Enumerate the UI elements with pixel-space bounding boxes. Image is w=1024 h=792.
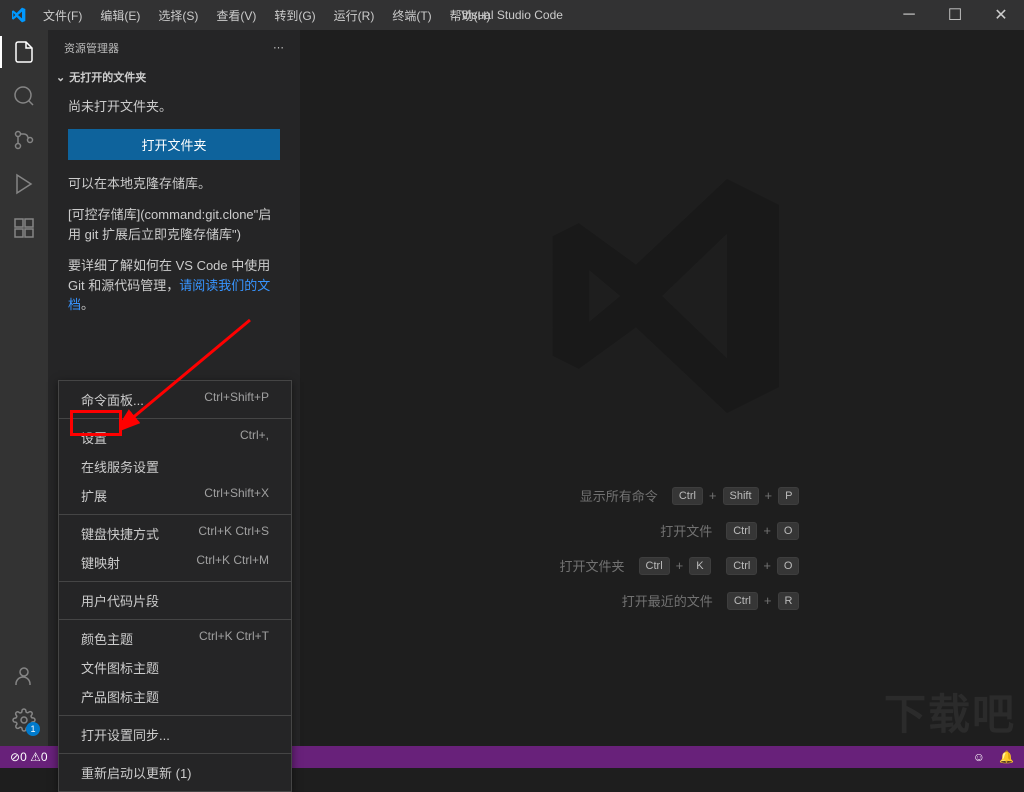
bell-icon[interactable]: 🔔 — [999, 750, 1014, 764]
menu-keymaps[interactable]: 键映射Ctrl+K Ctrl+M — [59, 548, 291, 577]
feedback-icon[interactable]: ☺ — [973, 750, 985, 764]
menu-edit[interactable]: 编辑(E) — [92, 3, 148, 28]
menu-bar: 文件(F) 编辑(E) 选择(S) 查看(V) 转到(G) 运行(R) 终端(T… — [35, 3, 498, 28]
editor-area: 显示所有命令 Ctrl+Shift+P 打开文件 Ctrl+O 打开文件夹 Ct… — [300, 30, 1024, 746]
shortcut-label: 打开最近的文件 — [613, 591, 713, 610]
sidebar-header: 资源管理器 ⋯ — [48, 30, 300, 65]
no-folder-msg: 尚未打开文件夹。 — [68, 97, 280, 117]
sidebar-section[interactable]: ⌄ 无打开的文件夹 — [48, 65, 300, 89]
window-controls: ─ ☐ ✕ — [886, 0, 1024, 30]
menu-command-palette[interactable]: 命令面板...Ctrl+Shift+P — [59, 385, 291, 414]
manage-gear-icon[interactable]: 1 — [10, 706, 38, 734]
maximize-button[interactable]: ☐ — [932, 0, 978, 30]
sidebar-title: 资源管理器 — [64, 40, 119, 56]
clone-msg: 可以在本地克隆存储库。 — [68, 174, 280, 194]
learn-more: 要详细了解如何在 VS Code 中使用 Git 和源代码管理，请阅读我们的文档… — [68, 256, 280, 315]
menu-restart-update[interactable]: 重新启动以更新 (1) — [59, 758, 291, 787]
menu-file[interactable]: 文件(F) — [35, 3, 90, 28]
menu-extensions[interactable]: 扩展Ctrl+Shift+X — [59, 481, 291, 510]
menu-run[interactable]: 运行(R) — [326, 3, 383, 28]
menu-settings[interactable]: 设置Ctrl+, — [59, 423, 291, 452]
menu-settings-sync[interactable]: 打开设置同步... — [59, 720, 291, 749]
window-title: Visual Studio Code — [461, 8, 563, 22]
explorer-icon[interactable] — [10, 38, 38, 66]
section-label: 无打开的文件夹 — [69, 69, 146, 85]
more-icon[interactable]: ⋯ — [273, 41, 284, 54]
update-badge: 1 — [26, 722, 40, 736]
clone-repo-text: [可控存储库](command:git.clone"启用 git 扩展后立即克隆… — [68, 205, 280, 244]
shortcut-hints: 显示所有命令 Ctrl+Shift+P 打开文件 Ctrl+O 打开文件夹 Ct… — [525, 486, 800, 610]
manage-context-menu: 命令面板...Ctrl+Shift+P 设置Ctrl+, 在线服务设置 扩展Ct… — [58, 380, 292, 792]
accounts-icon[interactable] — [10, 662, 38, 690]
close-button[interactable]: ✕ — [978, 0, 1024, 30]
titlebar: 文件(F) 编辑(E) 选择(S) 查看(V) 转到(G) 运行(R) 终端(T… — [0, 0, 1024, 30]
activity-bar: 1 — [0, 30, 48, 746]
search-icon[interactable] — [10, 82, 38, 110]
menu-selection[interactable]: 选择(S) — [150, 3, 206, 28]
vscode-logo — [0, 7, 35, 23]
extensions-icon[interactable] — [10, 214, 38, 242]
menu-product-icon-theme[interactable]: 产品图标主题 — [59, 682, 291, 711]
menu-file-icon-theme[interactable]: 文件图标主题 — [59, 653, 291, 682]
menu-keyboard-shortcuts[interactable]: 键盘快捷方式Ctrl+K Ctrl+S — [59, 519, 291, 548]
run-debug-icon[interactable] — [10, 170, 38, 198]
menu-online-services[interactable]: 在线服务设置 — [59, 452, 291, 481]
shortcut-label: 打开文件 — [612, 521, 712, 540]
vscode-watermark-icon — [532, 166, 792, 426]
chevron-down-icon: ⌄ — [56, 71, 65, 84]
menu-user-snippets[interactable]: 用户代码片段 — [59, 586, 291, 615]
menu-go[interactable]: 转到(G) — [266, 3, 323, 28]
status-problems[interactable]: ⊘0 ⚠0 — [10, 750, 48, 764]
menu-color-theme[interactable]: 颜色主题Ctrl+K Ctrl+T — [59, 624, 291, 653]
shortcut-label: 打开文件夹 — [525, 556, 625, 575]
sidebar-content: 尚未打开文件夹。 打开文件夹 可以在本地克隆存储库。 [可控存储库](comma… — [48, 89, 300, 335]
menu-terminal[interactable]: 终端(T) — [384, 3, 439, 28]
source-control-icon[interactable] — [10, 126, 38, 154]
menu-view[interactable]: 查看(V) — [208, 3, 264, 28]
minimize-button[interactable]: ─ — [886, 0, 932, 30]
shortcut-label: 显示所有命令 — [558, 486, 658, 505]
open-folder-button[interactable]: 打开文件夹 — [68, 129, 280, 160]
